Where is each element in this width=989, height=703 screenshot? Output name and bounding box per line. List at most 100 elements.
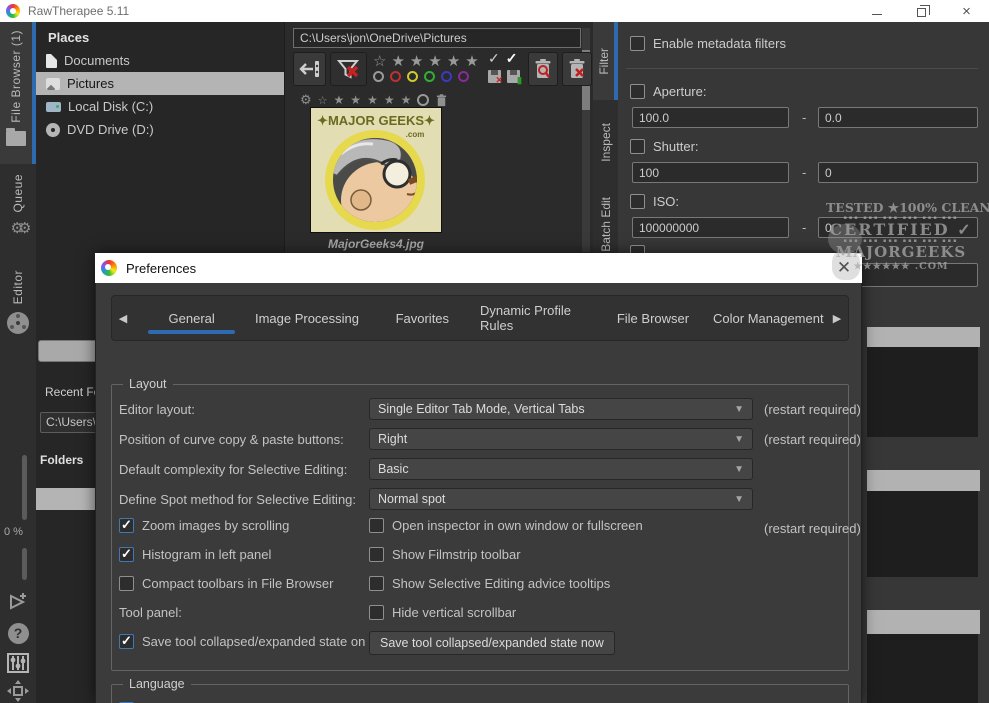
color-label-icon[interactable] [417, 94, 429, 106]
star-icon[interactable]: ★ [334, 93, 345, 107]
floppy-saved-icon[interactable]: ▮ [507, 70, 520, 83]
star-icon[interactable]: ★ [465, 52, 478, 70]
color-label-green[interactable] [424, 71, 435, 82]
shutter-checkbox[interactable] [630, 139, 645, 154]
save-state-exit-checkbox[interactable] [119, 634, 134, 649]
dock-panel-button[interactable] [293, 52, 326, 86]
tab-favorites[interactable]: Favorites [365, 296, 480, 340]
tab-inspect[interactable]: Inspect [593, 107, 618, 177]
zoom-slider[interactable] [22, 455, 27, 520]
range-separator: - [802, 165, 806, 180]
trash-icon[interactable] [435, 93, 448, 108]
places-header: Places [36, 22, 284, 49]
edited-filter-row[interactable]: ✓ ✓ [488, 50, 517, 67]
tab-queue[interactable]: Queue ⚙⚙ [0, 174, 36, 264]
star-icon[interactable]: ★ [367, 93, 378, 107]
star-icon[interactable]: ★ [350, 93, 361, 107]
tabs-scroll-right-button[interactable]: ▶ [826, 296, 848, 340]
path-input[interactable] [293, 28, 581, 48]
tab-file-browser[interactable]: File Browser (1) [0, 22, 36, 164]
default-complexity-dropdown[interactable]: Basic ▼ [369, 458, 753, 480]
star-icon[interactable]: ★ [428, 52, 441, 70]
zoom-slider-lower[interactable] [22, 548, 27, 580]
aperture-to-field[interactable] [818, 107, 978, 128]
thumbnail-majorgeeks[interactable]: ✦MAJOR GEEKS✦ .com [310, 107, 442, 233]
editor-layout-row: Editor layout: Single Editor Tab Mode, V… [119, 395, 841, 425]
iso-checkbox[interactable] [630, 194, 645, 209]
aperture-from-field[interactable] [632, 107, 789, 128]
place-item-local-disk[interactable]: Local Disk (C:) [36, 95, 284, 118]
editing-tooltips-checkbox[interactable] [369, 576, 384, 591]
aperture-checkbox[interactable] [630, 84, 645, 99]
spot-method-dropdown[interactable]: Normal spot ▼ [369, 488, 753, 510]
minimize-button[interactable] [854, 0, 899, 22]
chevron-down-icon: ▼ [734, 404, 744, 415]
place-item-dvd-drive[interactable]: DVD Drive (D:) [36, 118, 284, 141]
preferences-button[interactable] [5, 650, 31, 676]
tab-file-browser[interactable]: File Browser [595, 296, 710, 340]
color-label-purple[interactable] [458, 71, 469, 82]
gear-icon[interactable]: ⚙ [300, 92, 312, 108]
save-state-exit-label: Save tool collapsed/expanded state on ex… [142, 634, 389, 649]
color-label-none[interactable] [373, 71, 384, 82]
tab-filter[interactable]: Filter [593, 22, 618, 100]
tab-editor[interactable]: Editor [0, 270, 36, 370]
star-icon[interactable]: ★ [447, 52, 460, 70]
tool-panel-header[interactable] [867, 610, 980, 634]
check-outline-icon[interactable]: ✓ [488, 50, 500, 67]
tool-panel-header[interactable] [867, 327, 980, 347]
pan-button[interactable] [5, 678, 31, 703]
editing-tooltips-label: Show Selective Editing advice tooltips [392, 576, 610, 591]
star-icon[interactable]: ★ [391, 52, 404, 70]
shutter-to-field[interactable] [818, 162, 978, 183]
compact-toolbars-checkbox[interactable] [119, 576, 134, 591]
move-icon [6, 679, 30, 703]
enable-metadata-filters-checkbox[interactable] [630, 36, 645, 51]
filmstrip-toolbar-checkbox[interactable] [369, 547, 384, 562]
star-icon[interactable]: ★ [410, 52, 423, 70]
aperture-label: Aperture: [653, 84, 706, 99]
filmstrip-toolbar-label: Show Filmstrip toolbar [392, 547, 521, 562]
zoom-scrolling-checkbox[interactable] [119, 518, 134, 533]
star-outline-icon[interactable]: ☆ [373, 52, 386, 70]
star-icon[interactable]: ★ [384, 93, 395, 107]
save-state-now-button[interactable]: Save tool collapsed/expanded state now [369, 631, 615, 655]
color-label-blue[interactable] [441, 71, 452, 82]
star-filter-row[interactable]: ☆ ★ ★ ★ ★ ★ [373, 52, 479, 70]
help-button[interactable]: ? [5, 620, 31, 646]
close-button[interactable]: × [944, 0, 989, 22]
color-label-filter-row[interactable] [373, 71, 469, 82]
check-filled-icon[interactable]: ✓ [506, 50, 518, 67]
saved-filter-row[interactable]: ✕ ▮ [488, 70, 520, 83]
color-label-yellow[interactable] [407, 71, 418, 82]
shutter-from-field[interactable] [632, 162, 789, 183]
show-trash-button[interactable] [528, 52, 558, 86]
tab-dynamic-profile-rules[interactable]: Dynamic Profile Rules [480, 296, 595, 340]
new-adjuster-button[interactable] [5, 588, 31, 614]
empty-trash-button[interactable] [562, 52, 592, 86]
range-separator: - [802, 220, 806, 235]
place-item-pictures[interactable]: Pictures [36, 72, 284, 95]
star-icon[interactable]: ★ [401, 93, 412, 107]
tab-color-management[interactable]: Color Management [711, 296, 826, 340]
star-outline-icon[interactable]: ☆ [318, 94, 328, 107]
color-label-red[interactable] [390, 71, 401, 82]
histogram-left-checkbox[interactable] [119, 547, 134, 562]
floppy-unsaved-icon[interactable]: ✕ [488, 70, 501, 83]
tabs-scroll-left-button[interactable]: ◀ [112, 296, 134, 340]
tool-panel-header[interactable] [867, 470, 980, 491]
editor-layout-dropdown[interactable]: Single Editor Tab Mode, Vertical Tabs ▼ [369, 398, 753, 420]
hide-scrollbar-checkbox[interactable] [369, 605, 384, 620]
inspector-window-checkbox[interactable] [369, 518, 384, 533]
iso-from-field[interactable] [632, 217, 789, 238]
tab-image-processing[interactable]: Image Processing [249, 296, 364, 340]
zoom-percent: 0 % [4, 526, 23, 538]
clear-filters-button[interactable] [330, 52, 367, 86]
iso-to-field[interactable] [818, 217, 978, 238]
restore-button[interactable] [899, 0, 944, 22]
tab-general[interactable]: General [134, 296, 249, 340]
curve-buttons-position-dropdown[interactable]: Right ▼ [369, 428, 753, 450]
close-icon: ✕ [837, 258, 851, 278]
place-item-documents[interactable]: Documents [36, 49, 284, 72]
dialog-close-button[interactable]: ✕ [834, 258, 854, 278]
